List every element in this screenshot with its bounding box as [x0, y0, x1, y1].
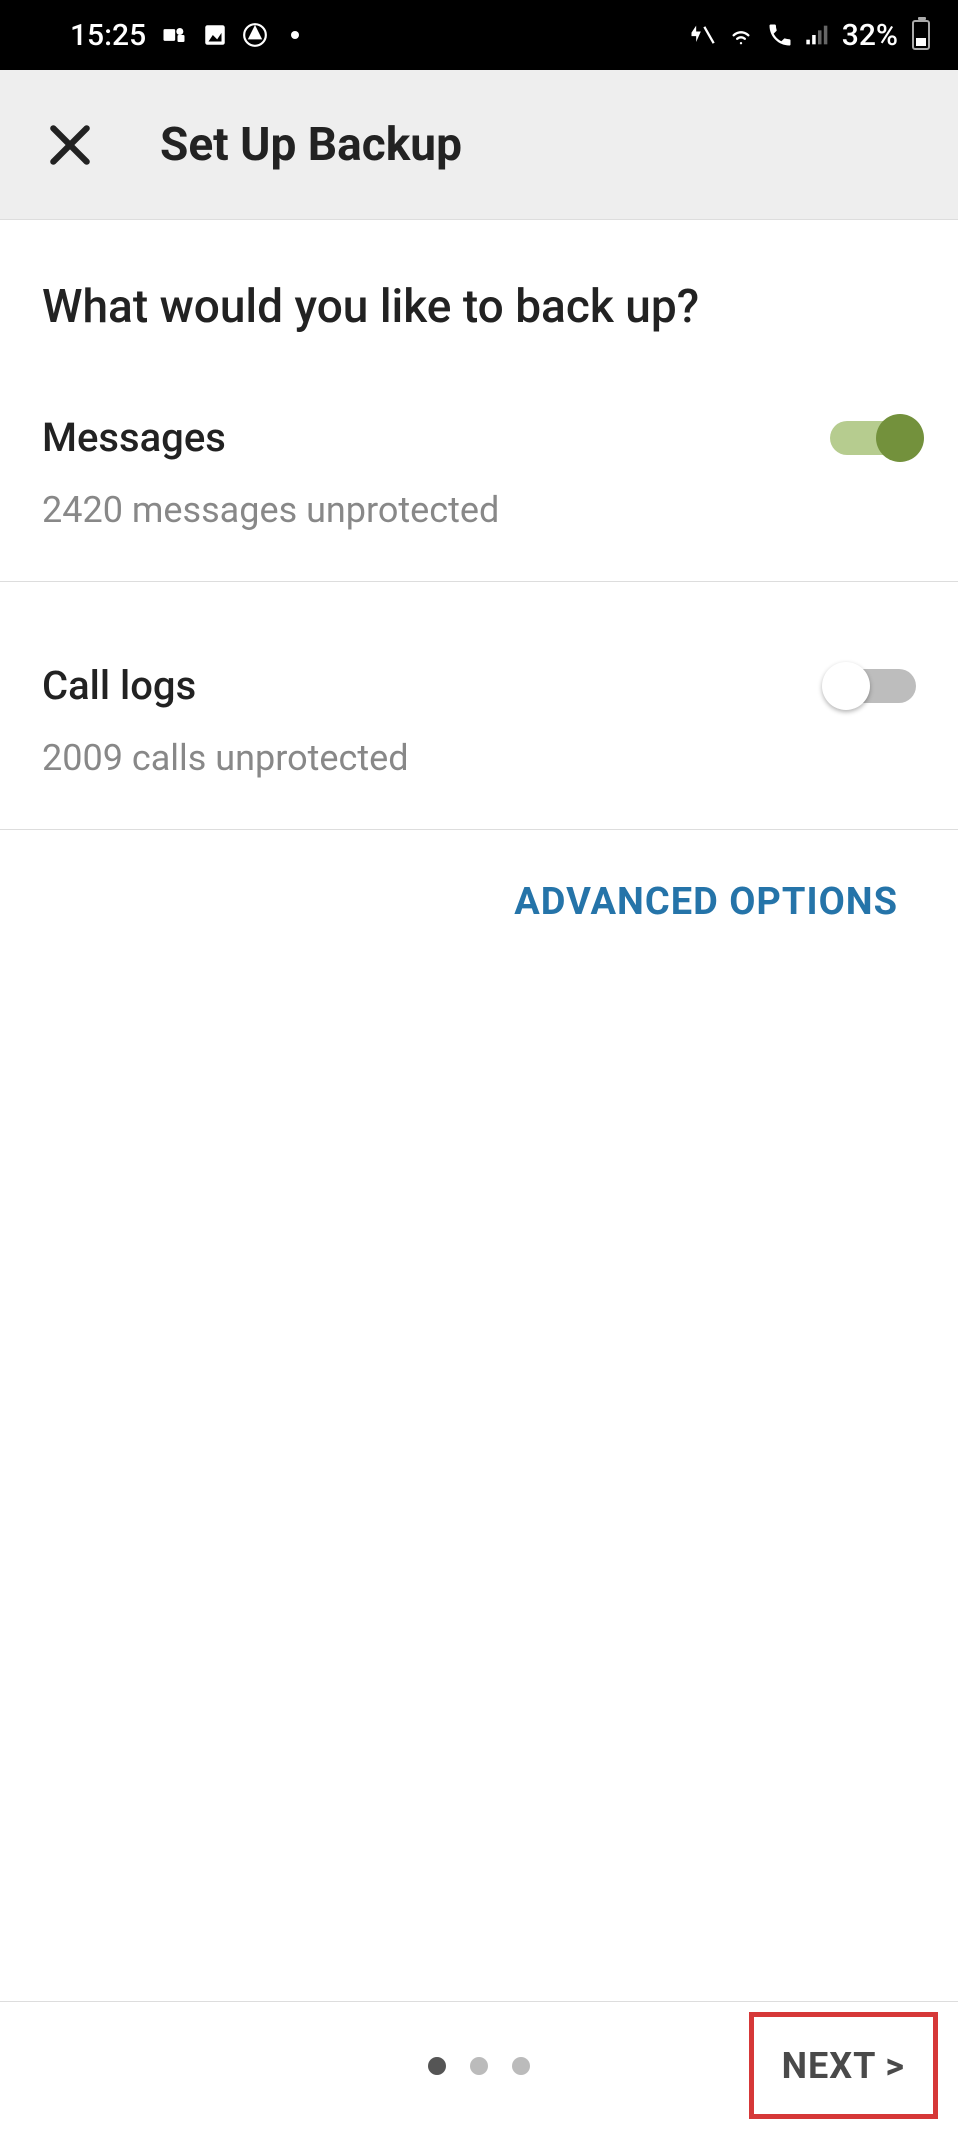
dot-3 — [512, 2057, 530, 2075]
close-icon — [45, 120, 95, 170]
option-messages[interactable]: Messages 2420 messages unprotected — [0, 384, 958, 582]
dot-1 — [428, 2057, 446, 2075]
page-title: Set Up Backup — [160, 118, 462, 172]
appstore-icon — [242, 22, 268, 48]
backup-question: What would you like to back up? — [0, 220, 958, 384]
option-messages-title: Messages — [42, 414, 226, 461]
toggle-messages[interactable] — [830, 421, 916, 455]
app-bar: Set Up Backup — [0, 70, 958, 220]
main-content: What would you like to back up? Messages… — [0, 220, 958, 2001]
vibrate-icon — [688, 21, 716, 49]
toggle-calllogs[interactable] — [830, 669, 916, 703]
status-bar: 15:25 — [0, 0, 958, 70]
option-messages-subtitle: 2420 messages unprotected — [42, 489, 916, 531]
teams-icon — [160, 21, 188, 49]
wifi-call-icon — [766, 21, 794, 49]
status-bar-right: 32% — [688, 18, 930, 53]
footer: NEXT > — [0, 2001, 958, 2129]
option-calllogs-title: Call logs — [42, 662, 196, 709]
pagination-dots — [428, 2057, 530, 2075]
battery-icon — [912, 20, 930, 50]
option-calllogs-subtitle: 2009 calls unprotected — [42, 737, 916, 779]
close-button[interactable] — [40, 115, 100, 175]
image-icon — [202, 22, 228, 48]
status-time: 15:25 — [70, 18, 146, 53]
advanced-options-link[interactable]: ADVANCED OPTIONS — [0, 830, 958, 974]
dot-icon — [290, 30, 300, 40]
next-button[interactable]: NEXT > — [749, 2012, 938, 2119]
battery-percent: 32% — [842, 18, 898, 53]
status-bar-left: 15:25 — [70, 18, 300, 53]
option-calllogs[interactable]: Call logs 2009 calls unprotected — [0, 582, 958, 830]
wifi-icon — [726, 21, 756, 49]
signal-icon — [804, 21, 832, 49]
dot-2 — [470, 2057, 488, 2075]
